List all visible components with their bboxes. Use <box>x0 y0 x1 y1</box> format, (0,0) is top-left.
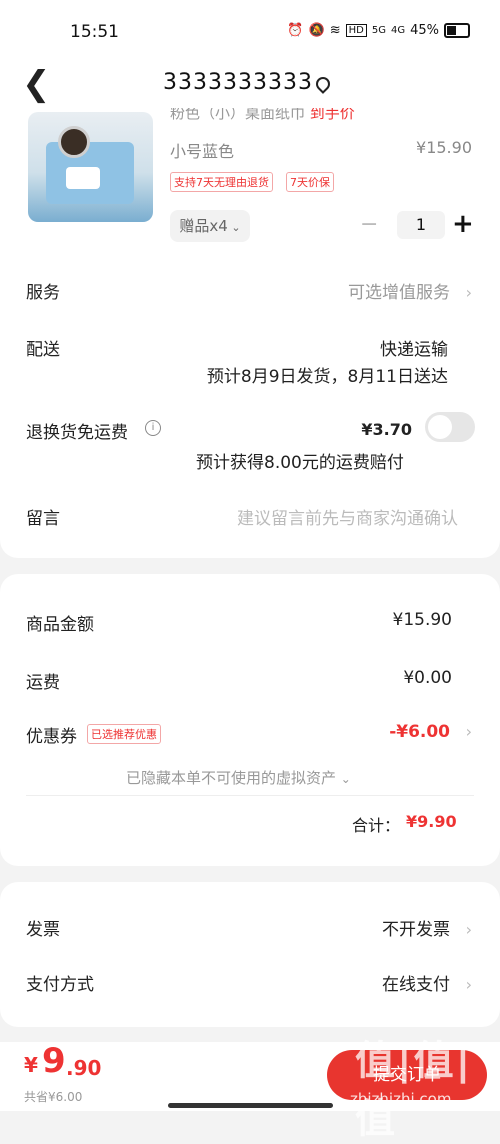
delivery-label: 配送 <box>26 340 60 360</box>
goods-amount-label: 商品金额 <box>26 615 94 635</box>
coupon-label: 优惠券 <box>26 727 77 747</box>
payment-value: 在线支付 <box>382 975 451 995</box>
chevron-down-icon: ⌄ <box>227 221 241 234</box>
chevron-down-icon: ⌄ <box>340 772 351 786</box>
delivery-estimate: 预计8月9日发货，8月11日送达 <box>206 367 448 387</box>
product-price: ¥15.90 <box>416 138 472 157</box>
coupon-row[interactable]: -¥6.00 › <box>389 722 472 742</box>
service-value: 可选增值服务 <box>348 283 451 303</box>
product-variant: 小号蓝色 <box>170 142 235 161</box>
payment-row[interactable]: 在线支付 › <box>382 970 472 995</box>
tissue-shape <box>66 167 100 189</box>
quantity-field[interactable]: 1 <box>397 211 445 239</box>
watch-shape <box>58 126 90 158</box>
delivery-method: 快递运输 <box>380 340 448 360</box>
saved-amount: 共省¥6.00 <box>24 1090 83 1104</box>
chevron-right-icon: › <box>455 283 472 302</box>
product-image[interactable] <box>28 112 153 222</box>
battery-icon <box>444 23 470 38</box>
status-time: 15:51 <box>70 22 119 42</box>
bottom-total-dec: .90 <box>66 1056 102 1080</box>
hidden-assets-toggle[interactable]: 已隐藏本单不可使用的虚拟资产 ⌄ <box>126 767 351 788</box>
quantity-plus-button[interactable]: + <box>452 209 474 239</box>
bottom-currency: ¥ <box>24 1053 38 1077</box>
watermark: 值|值|值 <box>355 1038 473 1142</box>
chevron-right-icon: › <box>455 975 472 994</box>
chevron-right-icon: › <box>455 722 472 741</box>
watermark-url: zhizhizhi.com <box>350 1090 452 1108</box>
message-input[interactable]: 建议留言前先与商家沟通确认 <box>237 504 458 529</box>
goods-amount-value: ¥15.90 <box>392 610 452 630</box>
shipping-fee-label: 运费 <box>26 673 60 693</box>
service-label: 服务 <box>26 283 60 303</box>
mute-icon: 🔕 <box>308 23 325 38</box>
message-label: 留言 <box>26 509 60 529</box>
chevron-right-icon: › <box>455 920 472 939</box>
gift-button[interactable]: 赠品x4 ⌄ <box>170 210 250 242</box>
return-shipping-compensation: 预计获得8.00元的运费赔付 <box>196 453 404 473</box>
invoice-payment-card <box>0 882 500 1027</box>
total-value: ¥9.90 <box>406 812 457 831</box>
price-protect-tag: 7天价保 <box>286 172 334 192</box>
invoice-row[interactable]: 不开发票 › <box>382 915 472 940</box>
signal-4g-icon: 4G <box>390 25 406 36</box>
battery-percent: 45% <box>410 23 439 38</box>
bottom-total-int: 9 <box>42 1041 66 1081</box>
hidden-assets-text: 已隐藏本单不可使用的虚拟资产 <box>126 769 337 787</box>
hd-icon: HD <box>345 24 367 37</box>
signal-5g-icon: 5G <box>371 25 386 36</box>
page-title: 3333333333 <box>163 70 313 95</box>
coupon-badge: 已选推荐优惠 <box>87 724 161 744</box>
quantity-minus-button[interactable]: − <box>360 212 378 237</box>
invoice-value: 不开发票 <box>382 920 451 940</box>
alarm-icon: ⏰ <box>287 23 304 38</box>
payment-label: 支付方式 <box>26 975 94 995</box>
return-policy-tag: 支持7天无理由退货 <box>170 172 273 192</box>
info-icon[interactable]: i <box>145 420 161 436</box>
home-indicator[interactable] <box>168 1103 333 1108</box>
invoice-label: 发票 <box>26 920 60 940</box>
wifi-icon: ≋ <box>329 23 341 38</box>
total-label: 合计： <box>352 816 401 835</box>
divider <box>26 795 474 796</box>
return-shipping-price: ¥3.70 <box>361 420 412 439</box>
status-icons: ⏰ 🔕 ≋ HD 5G 4G 45% <box>287 23 470 38</box>
back-button[interactable]: ❮ <box>22 64 51 104</box>
service-row[interactable]: 可选增值服务 › <box>348 278 472 303</box>
coupon-value: -¥6.00 <box>389 722 451 742</box>
return-shipping-label: 退换货免运费 <box>26 423 128 443</box>
return-shipping-toggle[interactable] <box>425 412 475 442</box>
shipping-fee-value: ¥0.00 <box>403 668 452 688</box>
gift-label: 赠品x4 <box>179 217 228 235</box>
